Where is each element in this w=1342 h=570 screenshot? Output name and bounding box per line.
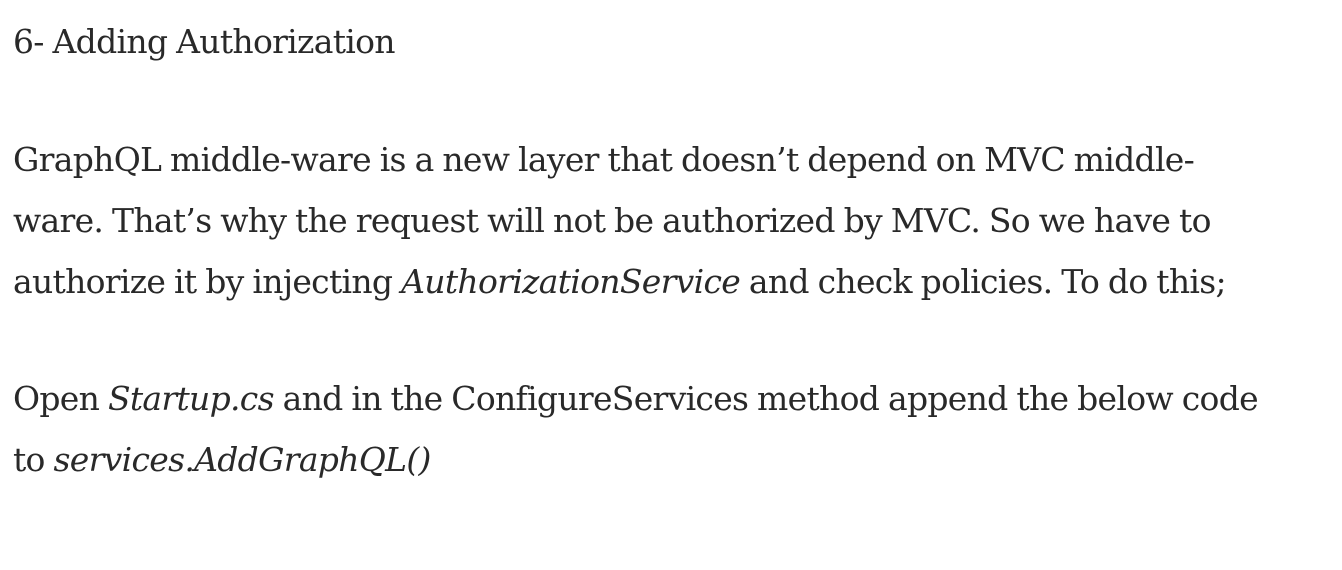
emphasis-add-graphql: services.AddGraphQL() [53,440,432,479]
paragraph-line: GraphQL middle-ware is a new layer that … [13,129,1226,190]
section-heading: 6- Adding Authorization [13,22,396,61]
text-run: authorize it by injecting [13,262,402,301]
paragraph-authorization-intro: GraphQL middle-ware is a new layer that … [13,129,1227,312]
text-run: Open [13,379,108,418]
paragraph-line: to services.AddGraphQL() [13,429,1258,490]
paragraph-line: ware. That’s why the request will not be… [13,190,1226,251]
emphasis-startup-cs: Startup.cs [107,379,275,418]
emphasis-authorization-service: AuthorizationService [401,262,741,301]
paragraph-startup-instructions: Open Startup.cs and in the ConfigureServ… [13,368,1259,490]
paragraph-line: authorize it by injecting AuthorizationS… [13,251,1227,312]
text-run: and check policies. To do this; [740,262,1227,301]
text-run: GraphQL middle-ware is a new layer that … [13,140,1195,179]
text-run: to [13,440,54,479]
text-run: ware. That’s why the request will not be… [13,201,1211,240]
paragraph-line: Open Startup.cs and in the ConfigureServ… [13,368,1259,429]
text-run: and in the ConfigureServices method appe… [273,379,1259,418]
